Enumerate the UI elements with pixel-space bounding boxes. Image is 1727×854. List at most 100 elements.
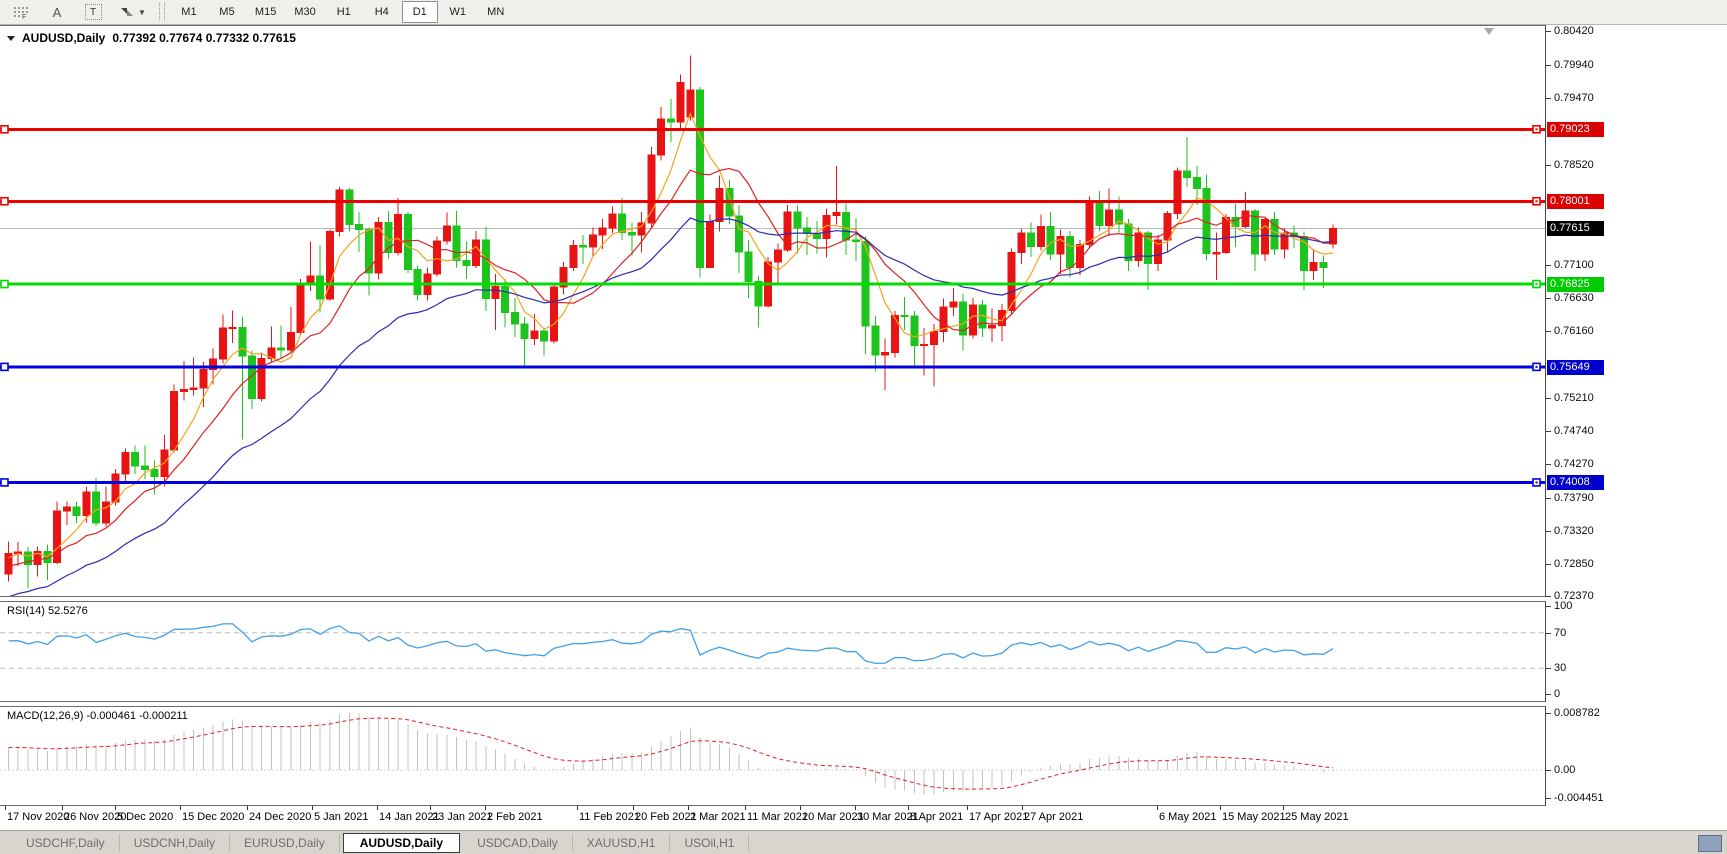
- price-level-badge: 0.79023: [1547, 122, 1604, 137]
- chart-shift-marker[interactable]: [1484, 28, 1494, 35]
- candle-body: [1037, 227, 1044, 247]
- price-axis-label: 0.77100: [1554, 259, 1594, 271]
- candle-body: [667, 119, 674, 122]
- candle-body: [473, 240, 480, 265]
- main-chart-panel[interactable]: AUDUSD,Daily 0.77392 0.77674 0.77332 0.7…: [0, 25, 1546, 597]
- tab-bar-corner-button[interactable]: [1698, 835, 1722, 852]
- font-button[interactable]: A: [40, 1, 74, 23]
- timeframe-button-M15[interactable]: M15: [247, 1, 284, 23]
- price-axis-label: 0.76630: [1554, 292, 1594, 304]
- text-box-icon: T: [85, 4, 102, 20]
- time-axis-tick: [908, 806, 909, 810]
- candle-body: [239, 327, 246, 356]
- price-axis-label: 0.73790: [1554, 492, 1594, 504]
- timeframe-button-D1[interactable]: D1: [402, 1, 438, 23]
- text-label-button[interactable]: T: [76, 1, 110, 23]
- chart-title: AUDUSD,Daily 0.77392 0.77674 0.77332 0.7…: [7, 31, 296, 45]
- candle-body: [950, 302, 957, 307]
- rsi-chart-canvas[interactable]: [0, 602, 1545, 701]
- candle-body: [1213, 253, 1220, 254]
- time-axis-tick: [855, 806, 856, 810]
- candle-body: [336, 190, 343, 232]
- time-axis-tick: [967, 806, 968, 810]
- candle-body: [882, 353, 889, 355]
- toolbar-drag-handle[interactable]: [159, 3, 165, 21]
- candle-body: [1106, 210, 1113, 225]
- tab-usoil-h1[interactable]: USOil,H1: [670, 834, 749, 852]
- timeframe-button-M1[interactable]: M1: [171, 1, 207, 23]
- candle-body: [1310, 263, 1317, 271]
- line-left-anchor: [1, 198, 8, 205]
- candle-body: [434, 241, 441, 274]
- tab-eurusd-daily[interactable]: EURUSD,Daily: [230, 834, 340, 852]
- macd-axis-label: 0.00: [1554, 764, 1575, 776]
- time-axis-tick: [62, 806, 63, 810]
- symbol-dropdown-icon[interactable]: [7, 36, 15, 41]
- candle-body: [502, 287, 509, 313]
- candle-body: [706, 222, 713, 268]
- macd-axis-label: -0.004451: [1554, 792, 1604, 804]
- candle-body: [297, 283, 304, 332]
- candle-body: [1086, 202, 1093, 244]
- candle-body: [141, 466, 148, 470]
- candle-body: [356, 225, 363, 230]
- rsi-indicator-panel[interactable]: RSI(14) 52.5276: [0, 601, 1546, 702]
- chart-ohlc-values: 0.77392 0.77674 0.77332 0.77615: [112, 31, 296, 45]
- line-anchor-dot: [1536, 200, 1538, 202]
- macd-indicator-panel[interactable]: MACD(12,26,9) -0.000461 -0.000211: [0, 706, 1546, 806]
- chevron-down-icon: ▼: [138, 8, 146, 17]
- candle-body: [638, 223, 645, 235]
- time-axis-tick: [430, 806, 431, 810]
- ma-slow-line: [9, 218, 1334, 596]
- candle-body: [511, 313, 518, 324]
- time-axis-tick: [115, 806, 116, 810]
- templates-button[interactable]: F: [4, 1, 38, 23]
- candle-body: [132, 453, 139, 466]
- candle-body: [229, 327, 236, 328]
- timeframe-button-MN[interactable]: MN: [478, 1, 514, 23]
- candle-body: [151, 470, 158, 477]
- macd-axis-tick: [1546, 798, 1551, 799]
- tab-usdchf-daily[interactable]: USDCHF,Daily: [12, 834, 120, 852]
- timeframe-button-W1[interactable]: W1: [440, 1, 476, 23]
- timeframe-button-H1[interactable]: H1: [326, 1, 362, 23]
- candle-body: [404, 215, 411, 270]
- rsi-line: [9, 624, 1334, 664]
- timeframe-button-M30[interactable]: M30: [286, 1, 323, 23]
- candle-body: [1242, 211, 1249, 226]
- price-axis-tick: [1546, 165, 1551, 166]
- price-axis-tick: [1546, 65, 1551, 66]
- time-axis-tick: [577, 806, 578, 810]
- candle-body: [628, 232, 635, 235]
- tab-usdcnh-daily[interactable]: USDCNH,Daily: [120, 834, 230, 852]
- macd-chart-canvas[interactable]: [0, 707, 1545, 805]
- candle-body: [190, 388, 197, 389]
- time-axis-label: 15 Dec 2020: [182, 811, 244, 823]
- candle-body: [969, 305, 976, 335]
- candle-body: [989, 325, 996, 328]
- timeframe-button-M5[interactable]: M5: [209, 1, 245, 23]
- tab-xauusd-h1[interactable]: XAUUSD,H1: [573, 834, 671, 852]
- candlestick-chart-canvas[interactable]: [0, 26, 1545, 596]
- candle-body: [1028, 233, 1035, 246]
- candle-body: [1008, 253, 1015, 311]
- tab-usdcad-daily[interactable]: USDCAD,Daily: [463, 834, 573, 852]
- line-left-anchor: [1, 126, 8, 133]
- candle-body: [492, 287, 499, 299]
- candle-body: [1223, 218, 1230, 253]
- candle-body: [580, 246, 587, 247]
- line-left-anchor: [1, 281, 8, 288]
- candle-body: [102, 502, 109, 523]
- candle-body: [570, 246, 577, 268]
- timeframe-button-H4[interactable]: H4: [364, 1, 400, 23]
- time-axis-tick: [5, 806, 6, 810]
- candle-body: [83, 492, 90, 515]
- candle-body: [375, 222, 382, 273]
- arrows-tool-button[interactable]: ▼: [112, 1, 153, 23]
- price-axis-tick: [1546, 265, 1551, 266]
- time-axis-tick: [180, 806, 181, 810]
- candle-body: [872, 326, 879, 355]
- rsi-axis-tick: [1546, 606, 1551, 607]
- time-axis-label: 25 May 2021: [1285, 811, 1349, 823]
- tab-audusd-daily[interactable]: AUDUSD,Daily: [343, 833, 460, 853]
